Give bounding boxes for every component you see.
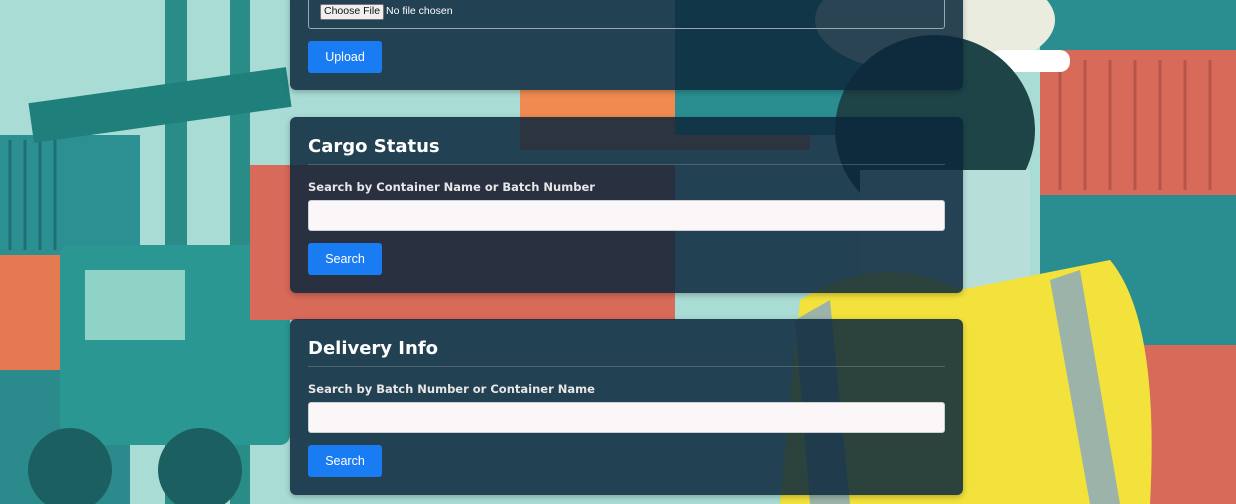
cargo-status-title: Cargo Status xyxy=(308,136,440,157)
delivery-info-card: Delivery Info Search by Batch Number or … xyxy=(290,319,963,495)
cargo-search-button[interactable]: Search xyxy=(308,243,382,275)
cargo-search-input[interactable] xyxy=(308,200,945,231)
card-divider xyxy=(308,164,945,165)
file-input[interactable]: Choose File No file chosen xyxy=(308,0,945,29)
card-divider xyxy=(308,366,945,367)
upload-button[interactable]: Upload xyxy=(308,41,382,73)
file-status-text: No file chosen xyxy=(386,5,453,17)
upload-card: Choose File No file chosen Upload xyxy=(290,0,963,90)
delivery-info-title: Delivery Info xyxy=(308,338,439,359)
delivery-search-button[interactable]: Search xyxy=(308,445,382,477)
cargo-search-label: Search by Container Name or Batch Number xyxy=(308,180,595,194)
delivery-search-input[interactable] xyxy=(308,402,945,433)
page: Choose File No file chosen Upload Cargo … xyxy=(0,0,1236,504)
choose-file-button[interactable]: Choose File xyxy=(320,4,385,20)
cargo-status-card: Cargo Status Search by Container Name or… xyxy=(290,117,963,293)
delivery-search-label: Search by Batch Number or Container Name xyxy=(308,382,595,396)
